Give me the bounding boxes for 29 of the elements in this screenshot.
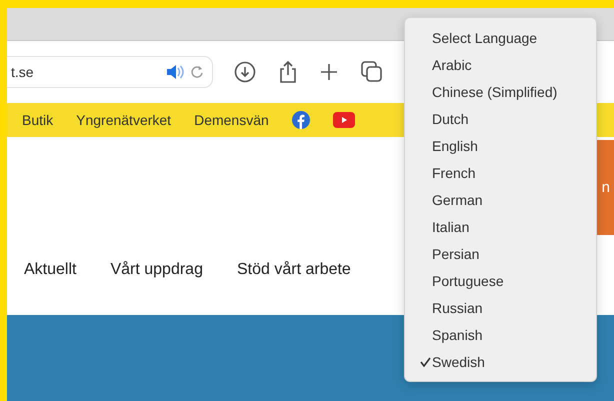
speaker-icon[interactable] <box>166 65 184 79</box>
menu-item[interactable]: French <box>405 159 596 186</box>
checkmark-icon <box>420 356 431 366</box>
top-link[interactable]: Demensvän <box>194 112 269 128</box>
menu-item[interactable]: Persian <box>405 240 596 267</box>
menu-item[interactable]: German <box>405 186 596 213</box>
menu-item[interactable]: Swedish <box>405 348 596 375</box>
nav-link[interactable]: Vårt uppdrag <box>110 261 203 279</box>
share-icon[interactable] <box>279 60 297 84</box>
plus-icon[interactable] <box>320 63 338 81</box>
menu-item[interactable]: Arabic <box>405 51 596 78</box>
menu-item[interactable]: English <box>405 132 596 159</box>
menu-item[interactable]: Chinese (Simplified) <box>405 78 596 105</box>
menu-item[interactable]: Russian <box>405 294 596 321</box>
address-field[interactable]: t.se <box>7 56 213 88</box>
youtube-icon[interactable] <box>332 112 355 128</box>
facebook-icon[interactable] <box>292 111 310 129</box>
tabs-icon[interactable] <box>361 61 383 83</box>
menu-item[interactable]: Select Language <box>405 24 596 51</box>
nav-link[interactable]: Aktuellt <box>24 261 76 279</box>
top-link[interactable]: Yngrenätverket <box>76 112 172 128</box>
reload-icon[interactable] <box>190 65 204 79</box>
menu-item[interactable]: Spanish <box>405 321 596 348</box>
menu-item[interactable]: Portuguese <box>405 267 596 294</box>
menu-item[interactable]: Italian <box>405 213 596 240</box>
nav-link[interactable]: Stöd vårt arbete <box>236 261 351 279</box>
download-icon[interactable] <box>234 61 256 83</box>
menu-item[interactable]: Dutch <box>405 105 596 132</box>
top-link[interactable]: Butik <box>22 112 54 128</box>
